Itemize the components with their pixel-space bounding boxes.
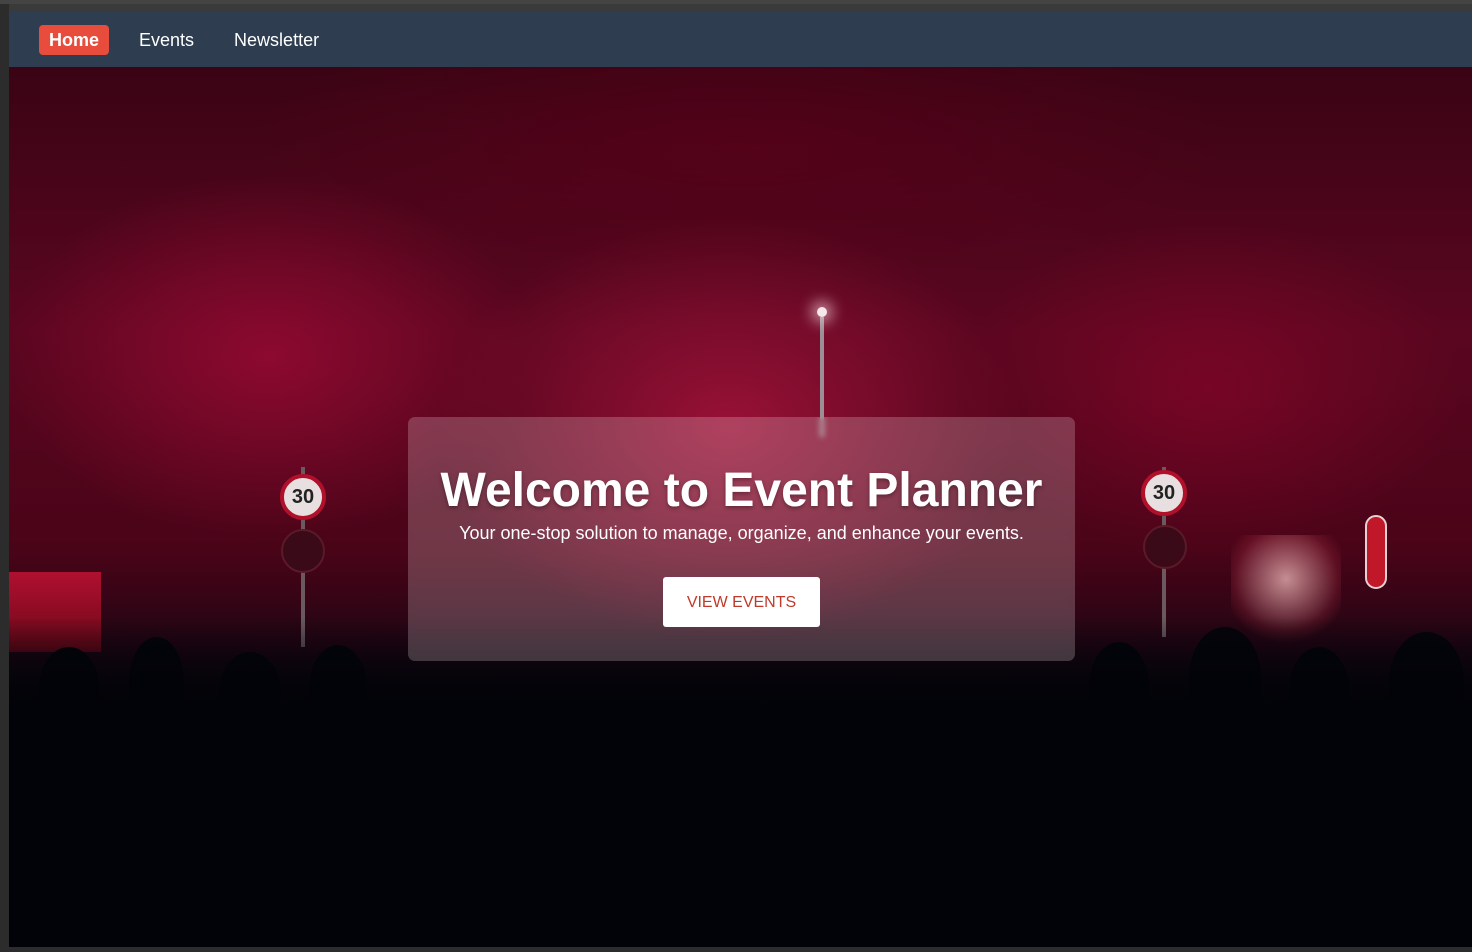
window-bottom-border [0, 947, 1472, 952]
window-top-border [0, 0, 1472, 4]
page-viewport: Home Events Newsletter 30 30 Welcome to … [9, 12, 1472, 947]
window-left-border [0, 4, 9, 952]
nav-newsletter-link[interactable]: Newsletter [224, 25, 329, 55]
hero-section: 30 30 Welcome to Event Planner Your one-… [9, 67, 1472, 947]
sign-plate-right [1143, 525, 1187, 569]
hero-subtitle: Your one-stop solution to manage, organi… [459, 523, 1024, 543]
navbar: Home Events Newsletter [9, 12, 1472, 67]
sign-plate-left [281, 529, 325, 573]
nav-home-link[interactable]: Home [39, 24, 110, 55]
speed-sign-left: 30 [280, 474, 326, 520]
no-entry-sign [1365, 515, 1387, 589]
crowd-shadow [9, 617, 1472, 947]
speed-sign-right: 30 [1141, 470, 1187, 516]
view-events-button[interactable]: VIEW EVENTS [663, 577, 820, 627]
nav-events-link[interactable]: Events [129, 25, 204, 55]
hero-title: Welcome to Event Planner [440, 464, 1043, 517]
street-light-lamp [817, 307, 827, 317]
hero-card: Welcome to Event Planner Your one-stop s… [408, 417, 1075, 661]
